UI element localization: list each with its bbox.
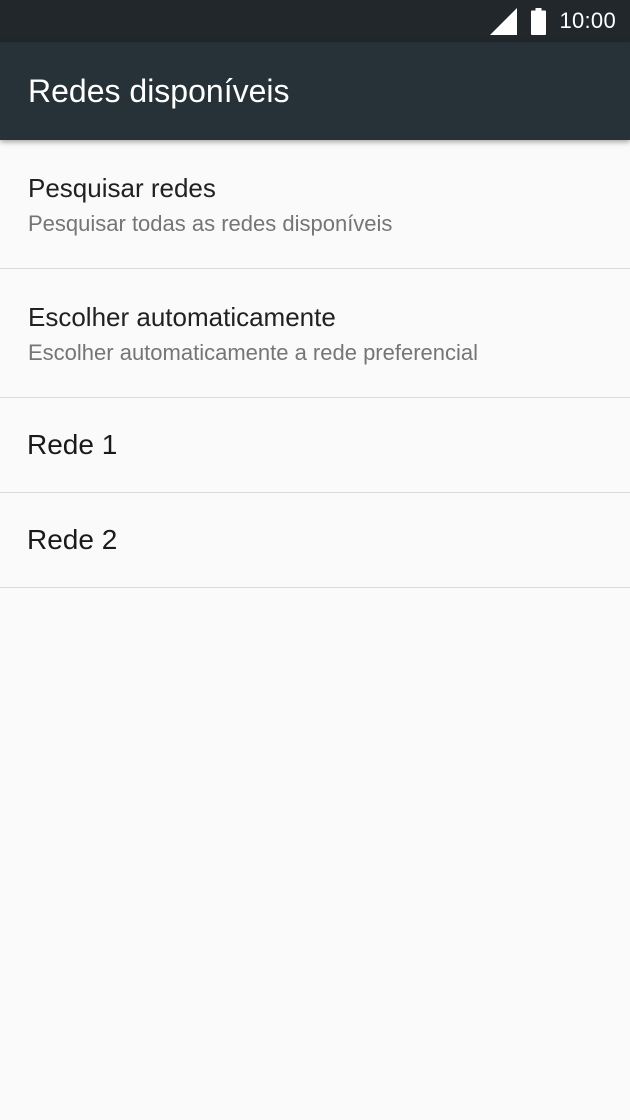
list-item-choose-automatically[interactable]: Escolher automaticamente Escolher automa… <box>0 269 630 398</box>
list-item-title: Pesquisar redes <box>28 173 216 203</box>
list-item-network-1[interactable]: Rede 1 <box>0 398 630 493</box>
page-title: Redes disponíveis <box>28 72 290 109</box>
network-list: Pesquisar redes Pesquisar todas as redes… <box>0 140 630 588</box>
app-bar: Redes disponíveis <box>0 42 630 140</box>
list-item-network-2[interactable]: Rede 2 <box>0 493 630 588</box>
screen: 10:00 Redes disponíveis Pesquisar redes … <box>0 0 630 1120</box>
list-item-search-networks[interactable]: Pesquisar redes Pesquisar todas as redes… <box>0 140 630 269</box>
list-item-title: Rede 2 <box>27 524 118 555</box>
list-item-summary: Escolher automaticamente a rede preferen… <box>28 340 479 365</box>
status-bar: 10:00 <box>0 0 630 42</box>
list-item-title: Escolher automaticamente <box>28 302 336 332</box>
status-time: 10:00 <box>559 8 616 33</box>
list-item-title: Rede 1 <box>27 429 118 460</box>
battery-icon <box>531 7 547 35</box>
list-item-summary: Pesquisar todas as redes disponíveis <box>28 211 393 236</box>
signal-icon <box>490 7 518 35</box>
